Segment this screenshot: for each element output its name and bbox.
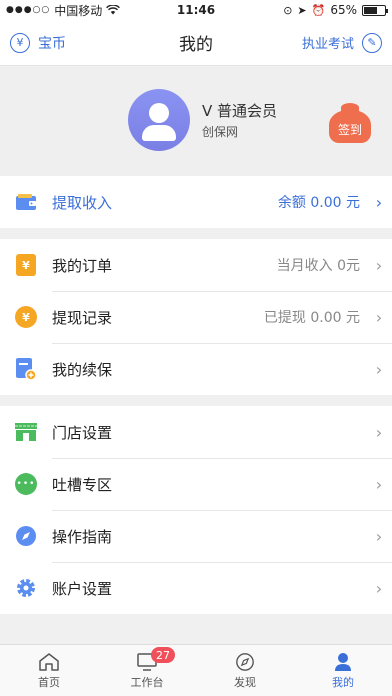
chevron-right-icon: ›	[375, 307, 383, 327]
balance-value: 余额 0.00 元	[277, 195, 360, 211]
exam-button[interactable]: 执业考试 ✎	[301, 32, 382, 53]
order-icon: ¥	[16, 254, 36, 276]
signin-label: 签到	[337, 122, 362, 137]
compass-icon	[236, 652, 254, 671]
coin-icon-wrap: ¥	[0, 306, 52, 328]
chevron-right-icon: ›	[375, 526, 383, 546]
person-icon	[335, 652, 351, 671]
battery-fill	[364, 6, 377, 14]
pencil-icon: ✎	[362, 32, 382, 53]
chevron-right-icon: ›	[375, 255, 383, 275]
coins-button[interactable]: ¥ 宝币	[10, 32, 66, 53]
withdraw-label: 提取收入	[52, 193, 113, 212]
settings-section: 门店设置 › ••• 吐槽专区 › 操作指南 › 账户设置 ›	[0, 406, 392, 614]
wifi-icon	[106, 5, 121, 15]
chat-icon-wrap: •••	[0, 473, 52, 495]
tab-workbench[interactable]: 工作台 27	[98, 645, 196, 696]
tab-discover-label: 发现	[234, 675, 256, 689]
compass-icon	[16, 526, 36, 546]
tab-discover[interactable]: 发现	[196, 645, 294, 696]
store-icon	[15, 423, 37, 441]
carrier-label: 中国移动	[54, 3, 103, 18]
exam-label: 执业考试	[301, 37, 354, 52]
renewal-icon-wrap	[0, 357, 52, 381]
chat-icon: •••	[15, 473, 37, 495]
status-left: ●●●○○ 中国移动	[6, 2, 121, 19]
tab-home[interactable]: 首页	[0, 645, 98, 696]
avatar[interactable]	[128, 89, 190, 151]
profile-header: V 普通会员 创保网 签到	[0, 67, 392, 175]
withdraw-row[interactable]: 提取收入 余额 0.00 元 ›	[0, 176, 392, 228]
list-item[interactable]: 我的续保 ›	[0, 343, 392, 395]
chevron-right-icon: ›	[375, 359, 383, 379]
rotation-lock-icon: ⊙	[283, 3, 293, 17]
gear-icon-wrap	[0, 577, 52, 599]
withdraw-section: 提取收入 余额 0.00 元 ›	[0, 176, 392, 228]
list-item[interactable]: 门店设置 ›	[0, 406, 392, 458]
tab-mine-label: 我的	[332, 675, 354, 689]
store-settings-label: 门店设置	[52, 423, 113, 442]
status-right: ⊙ ➤ ⏰ 65%	[283, 3, 388, 17]
tab-workbench-label: 工作台	[130, 675, 164, 689]
location-icon: ➤	[297, 3, 307, 17]
wallet-icon-wrap	[0, 193, 52, 211]
chevron-right-icon: ›	[375, 578, 383, 598]
list-item[interactable]: ••• 吐槽专区 ›	[0, 458, 392, 510]
yuan-icon: ¥	[10, 32, 30, 53]
order-icon-wrap: ¥	[0, 254, 52, 276]
home-icon	[39, 652, 59, 671]
feedback-label: 吐槽专区	[52, 475, 113, 494]
signal-icon: ●●●○○	[6, 5, 51, 15]
renewal-label: 我的续保	[52, 360, 113, 379]
withdraw-records-label: 提现记录	[52, 308, 113, 327]
money-bag-icon: 签到	[329, 110, 371, 143]
avatar-body-shape	[142, 125, 176, 141]
orders-value: 当月收入 0元	[276, 258, 360, 274]
list-item[interactable]: ¥ 我的订单 当月收入 0元 ›	[0, 239, 392, 291]
orders-section: ¥ 我的订单 当月收入 0元 › ¥ 提现记录 已提现 0.00 元 › 我的续…	[0, 239, 392, 395]
chevron-right-icon: ›	[375, 192, 383, 212]
signin-button[interactable]: 签到	[329, 103, 371, 143]
nav-bar: ¥ 宝币 我的 执业考试 ✎	[0, 20, 392, 66]
member-level: V 普通会员	[202, 102, 278, 120]
chevron-right-icon: ›	[375, 422, 383, 442]
list-item[interactable]: 账户设置 ›	[0, 562, 392, 614]
avatar-head-shape	[149, 103, 169, 123]
coins-label: 宝币	[38, 35, 66, 52]
alarm-icon: ⏰	[311, 3, 326, 17]
coin-icon: ¥	[15, 306, 37, 328]
list-item[interactable]: ¥ 提现记录 已提现 0.00 元 ›	[0, 291, 392, 343]
notification-badge: 27	[151, 647, 175, 663]
orders-label: 我的订单	[52, 256, 113, 275]
account-settings-label: 账户设置	[52, 579, 113, 598]
status-bar: ●●●○○ 中国移动 11:46 ⊙ ➤ ⏰ 65%	[0, 0, 392, 20]
guide-label: 操作指南	[52, 527, 113, 546]
member-site: 创保网	[202, 125, 239, 139]
battery-icon	[362, 4, 388, 16]
tab-mine[interactable]: 我的	[294, 645, 392, 696]
renewal-icon	[16, 358, 37, 381]
tab-bar: 首页 工作台 27 发现 我的	[0, 644, 392, 696]
withdraw-records-value: 已提现 0.00 元	[263, 310, 360, 326]
chevron-right-icon: ›	[375, 474, 383, 494]
wallet-icon	[16, 194, 36, 210]
gear-icon	[17, 579, 35, 597]
store-icon-wrap	[0, 422, 52, 442]
list-item[interactable]: 操作指南 ›	[0, 510, 392, 562]
battery-percent: 65%	[330, 3, 357, 17]
guide-icon-wrap	[0, 525, 52, 547]
tab-home-label: 首页	[38, 675, 60, 689]
